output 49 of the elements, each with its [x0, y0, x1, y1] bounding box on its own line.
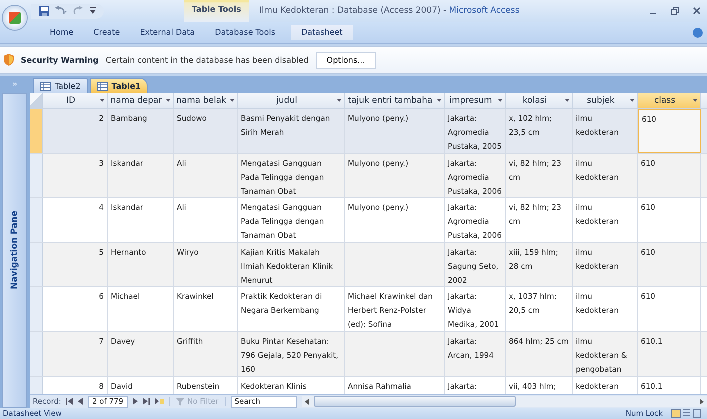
- table-icon: [96, 82, 108, 90]
- first-record-icon[interactable]: [66, 398, 74, 405]
- document-tab[interactable]: Table1: [90, 78, 148, 93]
- scroll-left-icon[interactable]: [304, 398, 309, 404]
- shield-icon: [4, 54, 14, 66]
- security-warning-title: Security Warning: [21, 56, 99, 64]
- customize-toolbar-icon[interactable]: [90, 7, 96, 15]
- view-switch-icons[interactable]: [671, 409, 701, 418]
- window-title: Ilmu Kedokteran : Database (Access 2007) - Microsoft Access: [259, 6, 520, 16]
- column-header[interactable]: ID: [43, 93, 108, 108]
- funnel-icon: [176, 398, 185, 406]
- document-tab[interactable]: Table2: [33, 78, 88, 93]
- column-header[interactable]: kolasi: [506, 93, 573, 108]
- caret-icon[interactable]: [437, 99, 442, 102]
- caret-icon[interactable]: [693, 99, 698, 102]
- horizontal-scrollbar[interactable]: [302, 396, 707, 407]
- navigation-pane-bar[interactable]: Navigation Pane: [2, 93, 27, 408]
- restore-icon[interactable]: [671, 7, 679, 15]
- column-header[interactable]: tajuk entri tambaha: [345, 93, 445, 108]
- options-button[interactable]: Options...: [316, 52, 376, 68]
- contextual-tab-label: Table Tools: [184, 0, 250, 22]
- undo-icon[interactable]: [54, 6, 68, 16]
- security-warning-message: Certain content in the database has been disabled: [106, 56, 309, 64]
- column-header[interactable]: nama depar: [108, 93, 174, 108]
- ribbon-tab[interactable]: Database Tools: [205, 25, 286, 40]
- new-record-icon[interactable]: [154, 398, 164, 405]
- ribbon-tab[interactable]: Home: [40, 25, 84, 40]
- column-header[interactable]: nama belak: [174, 93, 238, 108]
- last-record-icon[interactable]: [142, 398, 150, 405]
- close-icon[interactable]: [693, 7, 701, 15]
- column-header[interactable]: judul: [238, 93, 345, 108]
- caret-icon[interactable]: [565, 99, 570, 102]
- caret-icon[interactable]: [630, 99, 635, 102]
- caret-icon[interactable]: [230, 99, 235, 102]
- caret-icon[interactable]: [100, 99, 105, 102]
- column-header[interactable]: impresum: [445, 93, 506, 108]
- scroll-right-icon[interactable]: [700, 398, 704, 404]
- ribbon-tab[interactable]: Create: [84, 25, 130, 40]
- caret-icon[interactable]: [337, 99, 342, 102]
- ribbon-tab[interactable]: External Data: [130, 25, 206, 40]
- previous-record-icon[interactable]: [78, 398, 84, 405]
- column-header[interactable]: class: [638, 93, 701, 108]
- ribbon-tab[interactable]: Datasheet: [291, 25, 353, 40]
- next-record-icon[interactable]: [132, 398, 138, 405]
- caret-icon[interactable]: [498, 99, 503, 102]
- save-icon[interactable]: [39, 6, 50, 16]
- table-icon: [40, 82, 51, 90]
- office-logo-button[interactable]: [3, 6, 27, 30]
- caret-icon[interactable]: [166, 99, 171, 102]
